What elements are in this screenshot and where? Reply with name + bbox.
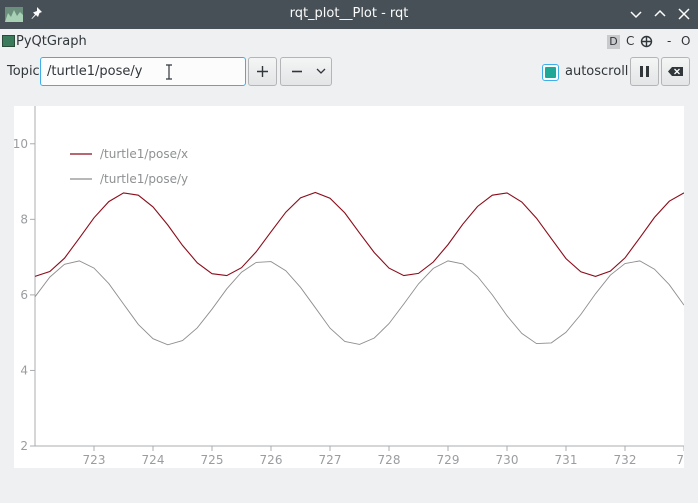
plugin-reload-icon[interactable]: [640, 35, 653, 48]
x-tick-label: 73: [676, 453, 684, 467]
plugin-config-button[interactable]: C: [626, 34, 634, 48]
clear-backspace-icon: [668, 67, 683, 76]
x-tick-label: 728: [378, 453, 401, 467]
x-tick-label: 730: [496, 453, 519, 467]
y-tick-label: 6: [20, 288, 28, 302]
add-topic-button[interactable]: [248, 57, 277, 86]
x-tick-label: 726: [260, 453, 283, 467]
pause-button[interactable]: [630, 57, 659, 86]
topic-label: Topic: [7, 64, 40, 79]
plugin-help-button[interactable]: D: [607, 35, 620, 49]
y-tick-label: 2: [20, 439, 28, 453]
plot-area[interactable]: 2 4 6 8 10 723 724 725 726 727 728 729 730 731 732 73/t…: [14, 106, 684, 468]
x-tick-label: 724: [142, 453, 165, 467]
window-titlebar: rqt_plot__Plot - rqt: [0, 0, 698, 29]
checkbox-fill: [545, 67, 556, 78]
text-cursor-icon: [166, 64, 172, 80]
plugin-name: PyQtGraph: [16, 34, 87, 49]
autoscroll-label: autoscroll: [565, 64, 629, 79]
close-icon[interactable]: [676, 6, 692, 22]
x-tick-label: 725: [201, 453, 224, 467]
window-title: rqt_plot__Plot - rqt: [289, 6, 409, 21]
series-line-pose-x: [34, 191, 684, 277]
clear-button[interactable]: [661, 57, 690, 86]
x-tick-label: 732: [614, 453, 637, 467]
plugin-header: PyQtGraph D C - O: [0, 30, 698, 54]
pause-icon: [640, 66, 649, 77]
legend-label: /turtle1/pose/x: [100, 147, 188, 161]
y-tick-label: 10: [14, 137, 28, 151]
y-tick-label: 8: [20, 212, 28, 226]
plugin-minimize-button[interactable]: -: [667, 34, 671, 48]
minus-dropdown-graphic: [292, 68, 326, 74]
plus-icon: [257, 66, 268, 77]
chevron-down-icon: [316, 68, 326, 74]
topic-toolbar: Topic autoscroll: [0, 56, 698, 90]
legend-label: /turtle1/pose/y: [100, 172, 188, 186]
x-tick-label: 731: [555, 453, 578, 467]
x-tick-label: 729: [437, 453, 460, 467]
topic-input[interactable]: [40, 57, 246, 86]
y-tick-label: 4: [20, 363, 28, 377]
x-tick-label: 727: [319, 453, 342, 467]
autoscroll-checkbox[interactable]: [542, 64, 559, 81]
x-tick-label: 723: [83, 453, 106, 467]
line-chart[interactable]: 2 4 6 8 10 723 724 725 726 727 728 729 730 731 732 73/t…: [14, 106, 684, 468]
maximize-chevron-up-icon[interactable]: [652, 6, 668, 22]
plugin-close-button[interactable]: O: [681, 34, 690, 48]
remove-topic-button[interactable]: [280, 57, 332, 86]
plugin-icon: [2, 35, 15, 47]
minimize-chevron-down-icon[interactable]: [628, 6, 644, 22]
